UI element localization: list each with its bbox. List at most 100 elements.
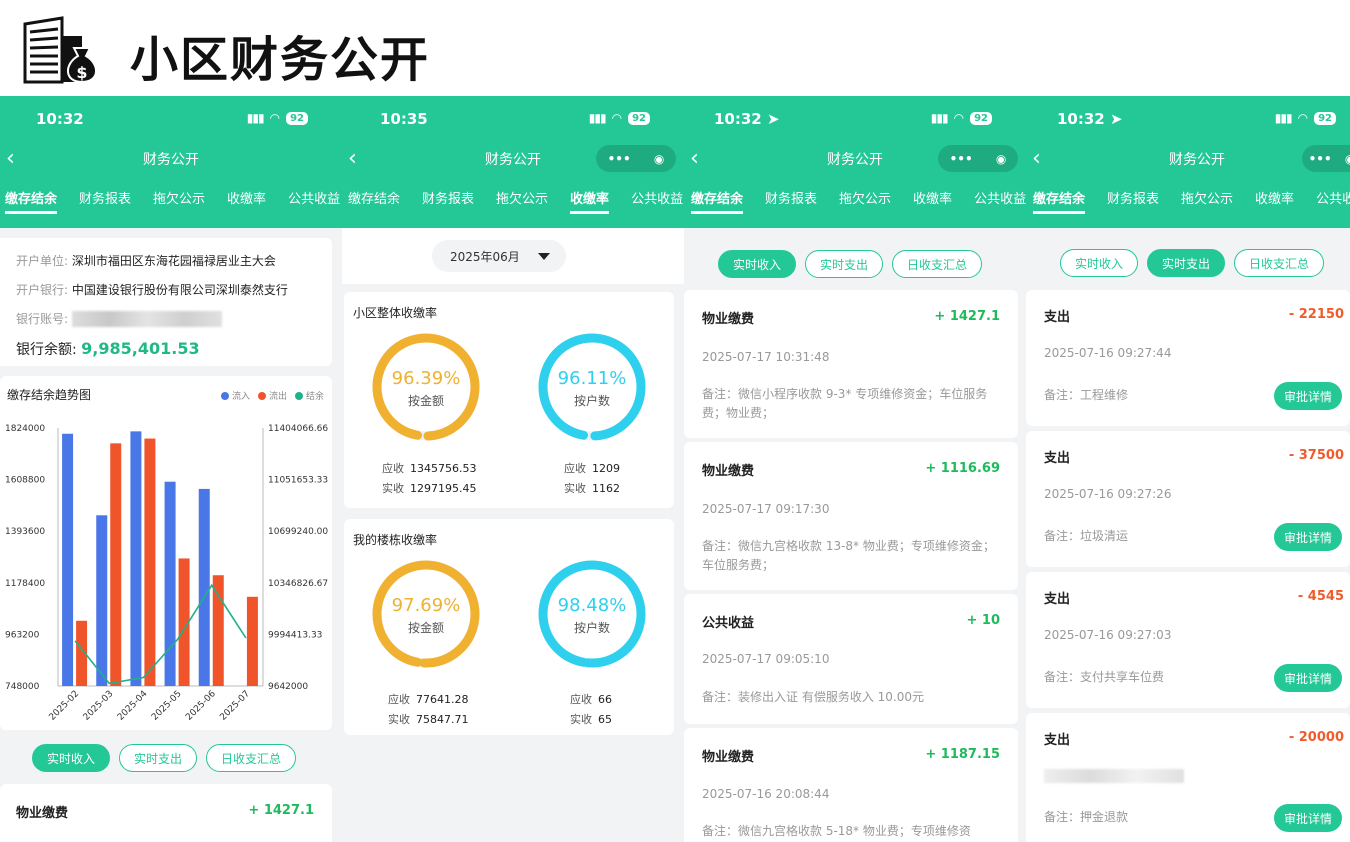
- amount-received: 实收 75847.71: [388, 713, 469, 726]
- filter-realtime-income[interactable]: 实时收入: [718, 250, 797, 278]
- top-bar: 10:32 ▮▮▮ ◠ 92 ‹ 财务公开 缴存结余 财务报表 拖欠公示 收缴率 公共收…: [0, 96, 342, 228]
- expense-card[interactable]: 支出 - 20000 备注：押金退款 审批详情: [1026, 713, 1350, 842]
- tab-arrears[interactable]: 拖欠公示: [496, 188, 548, 211]
- tab-public-income[interactable]: 公共收益: [974, 188, 1026, 211]
- record-time: 2025-07-16 09:27:26: [1044, 487, 1172, 501]
- close-circle-icon[interactable]: ◉: [996, 152, 1006, 166]
- page-title: 小区财务公开: [130, 32, 431, 88]
- tab-financial-report[interactable]: 财务报表: [1107, 188, 1159, 211]
- x-tick-label: 2025-04: [116, 689, 150, 723]
- outflow-bar: [144, 438, 156, 686]
- tab-collection-rate[interactable]: 收缴率: [570, 188, 610, 214]
- record-card[interactable]: 物业缴费 + 1427.1 2025-07-17 10:31:48 备注：微信小…: [684, 290, 1018, 438]
- record-note: 备注：微信九宫格收款 13-8* 物业费；专项维修资金；车位服务费；: [702, 539, 995, 572]
- rate-card-title: 我的楼栋收缴率: [353, 533, 438, 547]
- inflow-bar: [96, 515, 108, 686]
- filter-daily-summary[interactable]: 日收支汇总: [206, 744, 297, 772]
- month-select[interactable]: 2025年06月: [432, 240, 566, 272]
- miniapp-capsule[interactable]: ••• ◉: [1302, 145, 1350, 172]
- amount-receivable: 应收 1345756.53: [382, 462, 477, 475]
- filter-row: 实时收入 实时支出 日收支汇总: [32, 744, 297, 772]
- approval-detail-button[interactable]: 审批详情: [1274, 664, 1342, 692]
- expense-card[interactable]: 支出 - 4545 2025-07-16 09:27:03 备注：支付共享车位费…: [1026, 572, 1350, 708]
- record-amount: - 4545: [1297, 589, 1344, 604]
- household-receivable: 应收 1209: [564, 462, 620, 475]
- approval-detail-button[interactable]: 审批详情: [1274, 382, 1342, 410]
- record-note: 备注：垃圾清运: [1044, 529, 1129, 543]
- more-icon[interactable]: •••: [950, 152, 973, 166]
- more-icon[interactable]: •••: [608, 152, 631, 166]
- tab-deposit-balance[interactable]: 缴存结余: [691, 188, 744, 214]
- filter-realtime-expense[interactable]: 实时支出: [1147, 249, 1226, 277]
- top-bar: 10:32 ➤ ▮▮▮ ◠ 92 ‹ 财务公开 •••◉ 缴存结余财务报表拖欠公…: [684, 96, 1026, 228]
- rate-card-building: 我的楼栋收缴率 97.69% 按金额 98.48% 按户数 应收 77641.28…: [344, 519, 674, 735]
- account-number-label: 银行账号:: [16, 312, 69, 326]
- svg-text:$: $: [76, 63, 87, 82]
- approval-detail-button[interactable]: 审批详情: [1274, 523, 1342, 551]
- tab-arrears[interactable]: 拖欠公示: [153, 188, 205, 211]
- close-circle-icon[interactable]: ◉: [654, 152, 664, 166]
- tab-collection-rate[interactable]: 收缴率: [913, 188, 952, 211]
- filter-realtime-expense[interactable]: 实时支出: [119, 744, 198, 772]
- filter-daily-summary[interactable]: 日收支汇总: [1234, 249, 1325, 277]
- gauge-households-label: 按户数: [573, 394, 610, 408]
- record-time: 2025-07-16 09:27:03: [1044, 628, 1172, 642]
- battery-icon: 92: [286, 111, 308, 125]
- amount-received: 实收 1297195.45: [382, 482, 477, 495]
- more-icon[interactable]: •••: [1309, 152, 1332, 166]
- tab-deposit-balance[interactable]: 缴存结余: [5, 188, 58, 214]
- status-icons: ▮▮▮ ◠ 92: [931, 111, 992, 125]
- chevron-down-icon: [538, 253, 550, 260]
- tab-financial-report[interactable]: 财务报表: [422, 188, 474, 211]
- tab-bar: 缴存结余 财务报表 拖欠公示 收缴率 公共收: [1033, 188, 1350, 214]
- expense-card[interactable]: 支出 - 37500 2025-07-16 09:27:26 备注：垃圾清运 审…: [1026, 431, 1350, 567]
- record-card[interactable]: 物业缴费 + 1116.69 2025-07-17 09:17:30 备注：微信…: [684, 442, 1018, 590]
- left-tick-label: 1393600: [5, 527, 45, 537]
- expense-card[interactable]: 支出 - 22150 2025-07-16 09:27:44 备注：工程维修 审…: [1026, 290, 1350, 426]
- tab-arrears[interactable]: 拖欠公示: [1181, 188, 1233, 211]
- tab-arrears[interactable]: 拖欠公示: [839, 188, 891, 211]
- tab-financial-report[interactable]: 财务报表: [765, 188, 817, 211]
- right-tick-label: 10699240.00: [268, 527, 328, 537]
- tab-public-income[interactable]: 公共收: [1316, 188, 1350, 211]
- signal-icon: ▮▮▮: [246, 111, 265, 125]
- record-title: 物业缴费: [702, 750, 755, 765]
- tab-public-income[interactable]: 公共收益: [288, 188, 340, 211]
- record-card[interactable]: 公共收益 + 10 2025-07-17 09:05:10 备注：装修出入证 有…: [684, 594, 1018, 724]
- x-tick-label: 2025-06: [184, 689, 218, 723]
- tab-collection-rate[interactable]: 收缴率: [227, 188, 266, 211]
- gauge-amount-value: 97.69%: [391, 595, 461, 616]
- record-time: 2025-07-16 20:08:44: [702, 787, 830, 801]
- miniapp-capsule[interactable]: ••• ◉: [938, 145, 1018, 172]
- approval-detail-button[interactable]: 审批详情: [1274, 804, 1342, 832]
- right-tick-label: 11404066.66: [268, 424, 328, 434]
- miniapp-capsule[interactable]: ••• ◉: [596, 145, 676, 172]
- tab-public-income[interactable]: 公共收益: [631, 188, 683, 211]
- close-circle-icon[interactable]: ◉: [1345, 152, 1350, 166]
- gauge-amount: 97.69% 按金额: [371, 559, 481, 669]
- filter-realtime-expense[interactable]: 实时支出: [805, 250, 884, 278]
- status-time: 10:35: [380, 110, 428, 128]
- tab-collection-rate[interactable]: 收缴率: [1255, 188, 1294, 211]
- rate-card-title: 小区整体收缴率: [353, 306, 438, 320]
- battery-icon: 92: [1314, 111, 1336, 125]
- inflow-bar: [62, 433, 74, 686]
- filter-daily-summary[interactable]: 日收支汇总: [892, 250, 983, 278]
- x-tick-label: 2025-02: [48, 689, 82, 723]
- gauge-households-value: 96.11%: [557, 368, 627, 389]
- x-tick-label: 2025-05: [150, 689, 184, 723]
- rate-card-community: 小区整体收缴率 96.39% 按金额 96.11% 按户数 应收 1345756.…: [344, 292, 674, 508]
- status-time: 10:32 ➤: [1057, 110, 1123, 128]
- filter-realtime-income[interactable]: 实时收入: [1060, 249, 1139, 277]
- tab-financial-report[interactable]: 财务报表: [79, 188, 131, 211]
- record-amount: + 1116.69: [925, 461, 1000, 476]
- record-amount: + 1427.1: [934, 309, 1000, 324]
- tab-deposit-balance[interactable]: 缴存结余: [348, 188, 400, 211]
- tab-deposit-balance[interactable]: 缴存结余: [1033, 188, 1086, 214]
- battery-icon: 92: [970, 111, 992, 125]
- household-received: 实收 1162: [564, 482, 620, 495]
- record-card[interactable]: 物业缴费 + 1427.1: [0, 784, 332, 842]
- filter-realtime-income[interactable]: 实时收入: [32, 744, 111, 772]
- record-card[interactable]: 物业缴费 + 1187.15 2025-07-16 20:08:44 备注：微信…: [684, 728, 1018, 842]
- gauge-amount: 96.39% 按金额: [371, 332, 481, 442]
